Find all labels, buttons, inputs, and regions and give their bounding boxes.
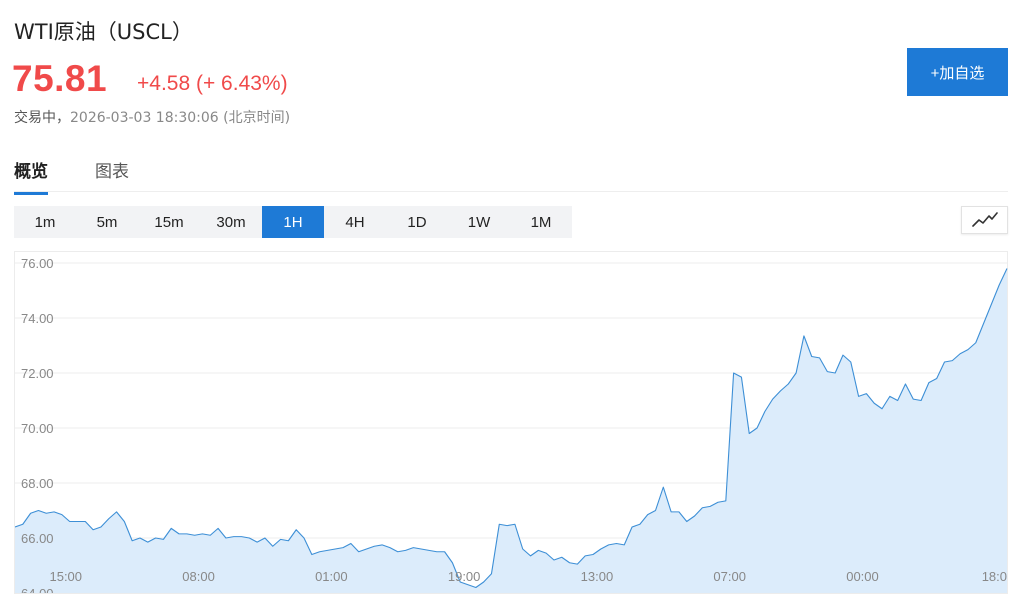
x-tick-label-4: 13:00 <box>581 569 614 584</box>
price-area-fill <box>15 268 1007 593</box>
price-chart-svg: 76.00 74.00 72.00 70.00 68.00 66.00 64.00 15:00… <box>14 256 1008 601</box>
last-price: 75.81 <box>12 58 108 99</box>
y-tick-label-2: 72.00 <box>21 366 54 381</box>
tab-bar: 概览 图表 <box>14 152 1008 195</box>
line-chart-icon <box>971 212 998 227</box>
x-tick-label-2: 01:00 <box>315 569 348 584</box>
x-tick-label-6: 00:00 <box>846 569 879 584</box>
x-tick-label-5: 07:00 <box>713 569 746 584</box>
y-tick-label-4: 68.00 <box>21 476 54 491</box>
y-tick-label-1: 74.00 <box>21 311 54 326</box>
x-tick-label-3: 19:00 <box>448 569 481 584</box>
trading-status: 交易中，2026-03-03 18:30:06 (北京时间) <box>14 107 290 127</box>
interval-1mo[interactable]: 1M <box>510 206 572 238</box>
y-tick-label-6: 64.00 <box>21 586 54 593</box>
tab-chart[interactable]: 图表 <box>95 157 129 192</box>
y-tick-label-5: 66.00 <box>21 531 54 546</box>
interval-selector: 1m 5m 15m 30m 1H 4H 1D 1W 1M <box>14 206 572 238</box>
x-tick-label-0: 15:00 <box>49 569 82 584</box>
interval-4h[interactable]: 4H <box>324 206 386 238</box>
add-to-watchlist-button[interactable]: +加自选 <box>907 48 1008 96</box>
interval-1h[interactable]: 1H <box>262 206 324 238</box>
interval-1m[interactable]: 1m <box>14 206 76 238</box>
timestamp: 2026-03-03 18:30:06 (北京时间) <box>70 110 291 126</box>
status-label: 交易中， <box>14 110 70 126</box>
instrument-title: WTI原油（USCL） <box>14 20 193 44</box>
price-change: +4.58 (+ 6.43%) <box>137 72 288 95</box>
tab-overview[interactable]: 概览 <box>14 157 48 195</box>
y-tick-label-0: 76.00 <box>21 256 54 271</box>
interval-5m[interactable]: 5m <box>76 206 138 238</box>
interval-15m[interactable]: 15m <box>138 206 200 238</box>
interval-1w[interactable]: 1W <box>448 206 510 238</box>
x-tick-label-7: 18:0 <box>982 569 1007 584</box>
y-tick-label-3: 70.00 <box>21 421 54 436</box>
price-chart[interactable]: 76.00 74.00 72.00 70.00 68.00 66.00 64.00 15:00… <box>14 251 1008 601</box>
interval-1d[interactable]: 1D <box>386 206 448 238</box>
interval-30m[interactable]: 30m <box>200 206 262 238</box>
chart-type-button[interactable] <box>961 206 1008 234</box>
x-tick-label-1: 08:00 <box>182 569 215 584</box>
